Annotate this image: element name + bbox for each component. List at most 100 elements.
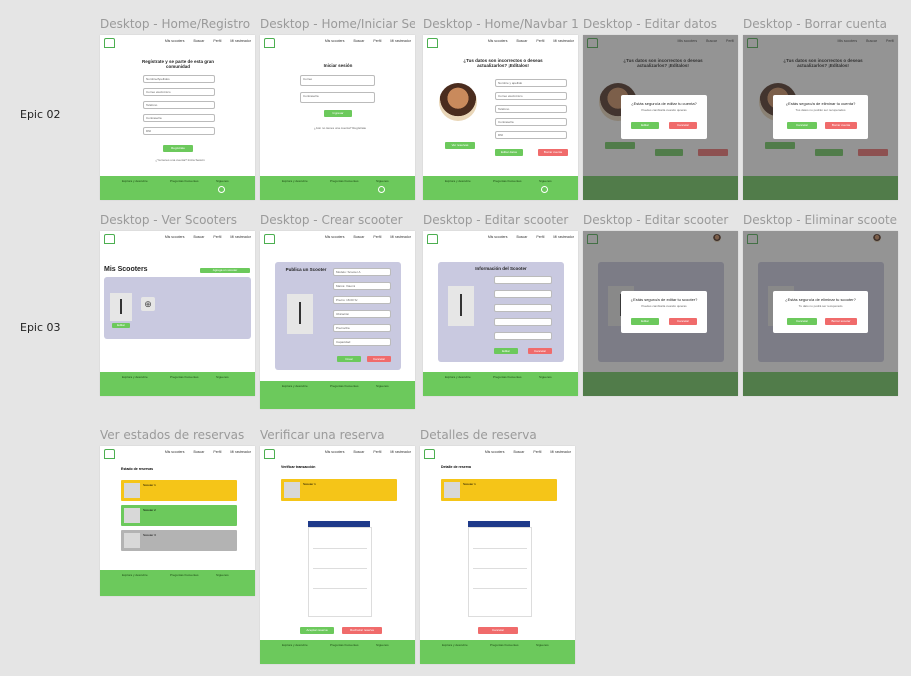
frame-editar-scooter-modal[interactable]: ¿Estás seguro/a de editar tu scooter? Pu…	[583, 231, 738, 396]
edit-scooter-button[interactable]: Editar	[112, 323, 130, 328]
register-button[interactable]: Regístrate	[163, 145, 193, 152]
frame-title[interactable]: Desktop - Home/Navbar 10	[423, 17, 578, 31]
frame-title[interactable]: Desktop - Editar scooter	[423, 213, 578, 227]
footer-col[interactable]: Preguntas frecuentes	[490, 643, 519, 647]
frame-title[interactable]: Desktop - Editar scooter	[583, 213, 738, 227]
nav-link[interactable]: Perfil	[373, 450, 381, 454]
edit-button[interactable]: Editar datos	[495, 149, 523, 156]
accept-button[interactable]: Aceptar reserva	[300, 627, 334, 634]
add-scooter-button[interactable]: Agrega un scooter	[200, 268, 250, 273]
nav-link[interactable]: Mi rastreador	[553, 39, 574, 43]
cancel-button[interactable]: Cancelar	[367, 356, 391, 362]
frame-verificar-reserva[interactable]: Mis scooters Buscar Perfil Mi rastreador…	[260, 446, 415, 664]
brand-field[interactable]: Marca: Xiaomi	[333, 282, 391, 290]
nav-link[interactable]: Buscar	[516, 39, 527, 43]
capacity-field[interactable]	[494, 332, 552, 340]
nav-link[interactable]: Mis scooters	[165, 235, 185, 239]
nav-link[interactable]: Buscar	[513, 450, 524, 454]
frame-estados-reservas[interactable]: Mis scooters Buscar Perfil Mi rastreador…	[100, 446, 255, 596]
confirm-button[interactable]: Editar	[631, 122, 659, 129]
nav-link[interactable]: Buscar	[193, 450, 204, 454]
frame-title[interactable]: Ver estados de reservas	[100, 428, 255, 442]
frame-editar-scooter[interactable]: Mis scooters Buscar Perfil Mi rastreador…	[423, 231, 578, 396]
footer-col[interactable]: Explora y descubre	[442, 643, 468, 647]
day-price-field[interactable]: Precio/día	[333, 324, 391, 332]
frame-title[interactable]: Desktop - Eliminar scooter	[743, 213, 898, 227]
frame-eliminar-scooter[interactable]: ¿Estás seguro/a de eliminar tu scooter? …	[743, 231, 898, 396]
scooter-image[interactable]	[287, 294, 313, 334]
reservations-button[interactable]: Ver reservas	[445, 142, 475, 149]
frame-title[interactable]: Desktop - Crear scooter	[260, 213, 415, 227]
frame-title[interactable]: Desktop - Borrar cuenta	[743, 17, 898, 31]
nav-link[interactable]: Buscar	[193, 235, 204, 239]
location-field[interactable]: Ubicación	[333, 310, 391, 318]
footer-col[interactable]: Síguenos	[536, 643, 549, 647]
cancel-button[interactable]: Cancelar	[787, 122, 817, 129]
delete-scooter-button[interactable]: Borrar scooter	[825, 318, 857, 325]
nav-link[interactable]: Perfil	[213, 450, 221, 454]
dni-field[interactable]: DNI	[143, 127, 215, 135]
footer-col[interactable]: Síguenos	[216, 375, 229, 379]
whatsapp-icon[interactable]	[218, 186, 225, 193]
model-field[interactable]: Modelo: Scooter A	[333, 268, 391, 276]
footer-col[interactable]: Preguntas frecuentes	[170, 375, 199, 379]
capacity-field[interactable]: Capacidad	[333, 338, 391, 346]
nav-link[interactable]: Mi rastreador	[230, 235, 251, 239]
footer-col[interactable]: Explora y descubre	[282, 179, 308, 183]
frame-editar-datos[interactable]: Mis scooters Buscar Perfil ¿Tus datos so…	[583, 35, 738, 200]
frame-detalle-reserva[interactable]: Mis scooters Buscar Perfil Mi rastreador…	[420, 446, 575, 664]
frame-login[interactable]: Mis scooters Buscar Perfil Mi rastreador…	[260, 35, 415, 200]
nav-link[interactable]: Perfil	[213, 39, 221, 43]
nav-link[interactable]: Mis scooters	[488, 39, 508, 43]
reject-button[interactable]: Rechazar reserva	[342, 627, 382, 634]
password-field[interactable]: Contraseña	[495, 118, 567, 126]
footer-col[interactable]: Síguenos	[539, 179, 552, 183]
footer-col[interactable]: Síguenos	[216, 179, 229, 183]
nav-link[interactable]: Mi rastreador	[390, 39, 411, 43]
model-field[interactable]	[494, 276, 552, 284]
footer-col[interactable]: Síguenos	[376, 384, 389, 388]
register-link[interactable]: ¿Aún no tienes una cuenta? Regístrate	[300, 126, 380, 130]
whatsapp-icon[interactable]	[541, 186, 548, 193]
cancel-button[interactable]: Cancelar	[787, 318, 817, 325]
login-button[interactable]: Ingresar	[324, 110, 352, 117]
nav-link[interactable]: Perfil	[373, 39, 381, 43]
cancel-button[interactable]: Cancelar	[669, 318, 697, 325]
reservation-card[interactable]: Scooter 3	[121, 530, 237, 551]
nav-link[interactable]: Mi rastreador	[390, 235, 411, 239]
nav-link[interactable]: Buscar	[353, 450, 364, 454]
footer-col[interactable]: Explora y descubre	[282, 384, 308, 388]
footer-col[interactable]: Explora y descubre	[445, 375, 471, 379]
frame-borrar-cuenta[interactable]: Mis scooters Buscar Perfil ¿Tus datos so…	[743, 35, 898, 200]
frame-crear-scooter[interactable]: Mis scooters Buscar Perfil Mi rastreador…	[260, 231, 415, 409]
frame-title[interactable]: Desktop - Ver Scooters	[100, 213, 255, 227]
whatsapp-icon[interactable]	[378, 186, 385, 193]
scooter-image[interactable]	[448, 286, 474, 326]
cancel-button[interactable]: Cancelar	[669, 122, 697, 129]
password-field[interactable]: Contraseña	[300, 92, 375, 103]
nav-link[interactable]: Perfil	[213, 235, 221, 239]
footer-col[interactable]: Preguntas frecuentes	[170, 179, 199, 183]
footer-col[interactable]: Síguenos	[539, 375, 552, 379]
brand-field[interactable]	[494, 290, 552, 298]
nav-link[interactable]: Buscar	[516, 235, 527, 239]
nav-link[interactable]: Perfil	[536, 235, 544, 239]
frame-ver-scooters[interactable]: Mis scooters Buscar Perfil Mi rastreador…	[100, 231, 255, 396]
nav-link[interactable]: Mi rastreador	[553, 235, 574, 239]
footer-col[interactable]: Explora y descubre	[122, 179, 148, 183]
frame-registro[interactable]: Mis scooters Buscar Perfil Mi rastreador…	[100, 35, 255, 200]
email-field[interactable]: Correo electrónico	[495, 92, 567, 100]
footer-col[interactable]: Preguntas frecuentes	[493, 179, 522, 183]
cancel-button[interactable]: Cancelar	[478, 627, 518, 634]
footer-col[interactable]: Explora y descubre	[445, 179, 471, 183]
frame-perfil[interactable]: Mis scooters Buscar Perfil Mi rastreador…	[423, 35, 578, 200]
location-field[interactable]	[494, 318, 552, 326]
nav-link[interactable]: Perfil	[533, 450, 541, 454]
footer-col[interactable]: Explora y descubre	[122, 573, 148, 577]
frame-title[interactable]: Desktop - Editar datos	[583, 17, 738, 31]
cancel-button[interactable]: Cancelar	[528, 348, 552, 354]
delete-account-button[interactable]: Borrar cuenta	[538, 149, 568, 156]
price-field[interactable]	[494, 304, 552, 312]
footer-col[interactable]: Preguntas frecuentes	[170, 573, 199, 577]
frame-title[interactable]: Verificar una reserva	[260, 428, 415, 442]
